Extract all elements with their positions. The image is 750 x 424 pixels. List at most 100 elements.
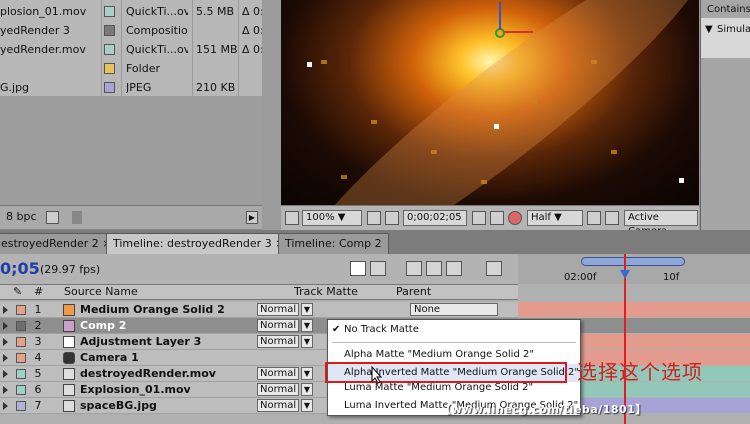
resolution-dropdown[interactable]: Half ▼ bbox=[527, 210, 583, 226]
composition-viewer[interactable] bbox=[281, 0, 699, 205]
blend-mode-dropdown[interactable]: Normal bbox=[257, 383, 299, 396]
magnification-dropdown[interactable]: 100% ▼ bbox=[302, 210, 362, 226]
expand-triangle-icon[interactable] bbox=[3, 386, 8, 394]
transparency-grid-icon[interactable] bbox=[605, 211, 619, 225]
layer-name[interactable]: Adjustment Layer 3 bbox=[80, 334, 201, 350]
expand-triangle-icon[interactable]: ▼ bbox=[705, 24, 713, 35]
tab-timeline-destroyedrender3[interactable]: Timeline: destroyedRender 3 × bbox=[106, 233, 292, 254]
simulation-category[interactable]: Simula bbox=[717, 24, 750, 35]
channel-icon[interactable] bbox=[508, 211, 522, 225]
layer-name[interactable]: destroyedRender.mov bbox=[80, 366, 216, 382]
project-item-type: QuickTi...ovie bbox=[126, 5, 188, 18]
project-item[interactable]: yedRender 3 Composition Δ 0: bbox=[0, 21, 264, 40]
live-update-icon[interactable] bbox=[350, 261, 366, 276]
x-axis-gizmo[interactable] bbox=[503, 31, 533, 33]
project-item[interactable]: Folder bbox=[0, 59, 262, 78]
camera-view-dropdown[interactable]: Active Camera bbox=[624, 210, 698, 237]
label-color-swatch[interactable] bbox=[104, 44, 115, 55]
expand-triangle-icon[interactable] bbox=[3, 306, 8, 314]
chevron-down-icon[interactable]: ▼ bbox=[301, 319, 313, 332]
layer-bar[interactable] bbox=[518, 302, 750, 317]
scroll-right-icon[interactable]: ▶ bbox=[246, 211, 258, 224]
label-color-swatch[interactable] bbox=[16, 305, 26, 315]
label-color-swatch[interactable] bbox=[16, 369, 26, 379]
label-color-swatch[interactable] bbox=[16, 321, 26, 331]
layer-name[interactable]: Camera 1 bbox=[80, 350, 139, 366]
always-preview-icon[interactable] bbox=[285, 211, 299, 225]
layer-name[interactable]: Comp 2 bbox=[80, 318, 126, 334]
project-panel-empty-area[interactable] bbox=[0, 96, 262, 205]
label-color-swatch[interactable] bbox=[16, 353, 26, 363]
project-item-size: 151 MB bbox=[196, 43, 238, 56]
info-panel: Contains ▼ Simula bbox=[700, 0, 750, 230]
column-parent[interactable]: Parent bbox=[396, 285, 431, 299]
bit-depth-button[interactable]: 8 bpc bbox=[6, 210, 37, 223]
label-color-swatch[interactable] bbox=[16, 385, 26, 395]
y-axis-gizmo[interactable] bbox=[499, 2, 501, 30]
chevron-down-icon[interactable]: ▼ bbox=[301, 383, 313, 396]
lock-icon[interactable]: ✎ bbox=[13, 285, 22, 299]
expand-triangle-icon[interactable] bbox=[3, 322, 8, 330]
column-track-matte[interactable]: Track Matte bbox=[294, 285, 358, 299]
delete-icon[interactable] bbox=[46, 211, 59, 224]
project-item-type: Folder bbox=[126, 62, 160, 75]
chevron-down-icon[interactable]: ▼ bbox=[301, 303, 313, 316]
current-time-indicator-handle[interactable] bbox=[620, 270, 630, 279]
current-time-display[interactable]: 0;00;02;05 bbox=[403, 210, 467, 226]
layer-name[interactable]: Medium Orange Solid 2 bbox=[80, 302, 225, 318]
expand-triangle-icon[interactable] bbox=[3, 370, 8, 378]
label-color-swatch[interactable] bbox=[104, 82, 115, 93]
layer-handle[interactable] bbox=[307, 62, 312, 67]
scroll-left-icon[interactable] bbox=[72, 211, 82, 224]
mouse-pointer-icon bbox=[371, 366, 383, 384]
parent-dropdown[interactable]: None bbox=[410, 303, 498, 316]
expand-triangle-icon[interactable] bbox=[3, 338, 8, 346]
layer-row[interactable]: 1 Medium Orange Solid 2 Normal ▼ None bbox=[0, 302, 518, 318]
expand-triangle-icon[interactable] bbox=[3, 402, 8, 410]
layer-name[interactable]: Explosion_01.mov bbox=[80, 382, 191, 398]
blend-mode-dropdown[interactable]: Normal bbox=[257, 319, 299, 332]
blend-mode-dropdown[interactable]: Normal bbox=[257, 367, 299, 380]
label-color-swatch[interactable] bbox=[16, 401, 26, 411]
layer-handle[interactable] bbox=[494, 124, 499, 129]
project-item[interactable]: G.jpg JPEG 210 KB bbox=[0, 78, 262, 97]
safe-zones-icon[interactable] bbox=[367, 211, 381, 225]
expand-triangle-icon[interactable] bbox=[3, 354, 8, 362]
hide-shy-layers-icon[interactable] bbox=[406, 261, 422, 276]
layer-column-header: ✎ # Source Name Track Matte Parent bbox=[0, 284, 518, 300]
label-color-swatch[interactable] bbox=[104, 63, 115, 74]
column-number[interactable]: # bbox=[34, 285, 43, 299]
motion-blur-icon[interactable] bbox=[446, 261, 462, 276]
draft-3d-icon[interactable] bbox=[370, 261, 386, 276]
label-color-swatch[interactable] bbox=[104, 25, 115, 36]
label-color-swatch[interactable] bbox=[104, 6, 115, 17]
blend-mode-dropdown[interactable]: Normal bbox=[257, 399, 299, 412]
current-time-indicator[interactable] bbox=[624, 254, 626, 424]
chevron-down-icon[interactable]: ▼ bbox=[301, 399, 313, 412]
layer-number: 6 bbox=[34, 383, 42, 396]
layer-name[interactable]: spaceBG.jpg bbox=[80, 398, 157, 414]
debris-particle bbox=[611, 150, 617, 154]
project-item[interactable]: yedRender.mov QuickTi...ovie 151 MB Δ 0: bbox=[0, 40, 264, 59]
label-color-swatch[interactable] bbox=[16, 337, 26, 347]
project-item[interactable]: plosion_01.mov QuickTi...ovie 5.5 MB Δ 0… bbox=[0, 2, 264, 21]
work-area-bar[interactable] bbox=[581, 257, 685, 266]
chevron-down-icon[interactable]: ▼ bbox=[301, 367, 313, 380]
tab-timeline-comp2[interactable]: Timeline: Comp 2 bbox=[278, 233, 389, 254]
tab-timeline-destroyedrender2[interactable]: estroyedRender 2 × bbox=[0, 233, 119, 254]
graph-editor-icon[interactable] bbox=[486, 261, 502, 276]
chevron-down-icon[interactable]: ▼ bbox=[301, 335, 313, 348]
region-of-interest-icon[interactable] bbox=[587, 211, 601, 225]
current-time[interactable]: 0;05 bbox=[0, 259, 40, 278]
column-source-name[interactable]: Source Name bbox=[64, 285, 138, 299]
show-snapshot-icon[interactable] bbox=[490, 211, 504, 225]
menu-item-no-track-matte[interactable]: ✔ No Track Matte bbox=[328, 321, 580, 339]
blend-mode-dropdown[interactable]: Normal bbox=[257, 335, 299, 348]
mask-visibility-icon[interactable] bbox=[385, 211, 399, 225]
blend-mode-dropdown[interactable]: Normal bbox=[257, 303, 299, 316]
snapshot-icon[interactable] bbox=[472, 211, 486, 225]
layer-handle[interactable] bbox=[679, 178, 684, 183]
frame-blending-icon[interactable] bbox=[426, 261, 442, 276]
contains-label: Contains bbox=[707, 4, 750, 15]
time-ruler[interactable]: 02:00f 10f bbox=[518, 254, 750, 284]
